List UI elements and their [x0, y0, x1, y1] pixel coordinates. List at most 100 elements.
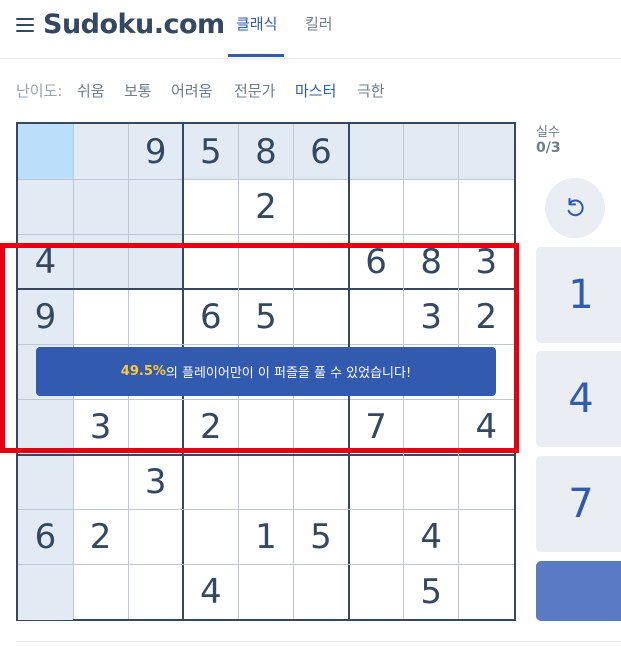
grid-line-horizontal [18, 233, 514, 235]
number-pad-4[interactable]: 4 [536, 351, 621, 447]
cell-r9c5[interactable] [238, 565, 293, 620]
cell-r2c2[interactable] [73, 179, 129, 235]
cell-r3c9[interactable]: 3 [459, 234, 514, 289]
cell-r2c6[interactable] [294, 179, 349, 234]
cell-r7c4[interactable] [183, 455, 238, 510]
grid-line-horizontal [18, 509, 514, 511]
tab-killer[interactable]: 킬러 [305, 13, 333, 34]
cell-r2c5[interactable]: 2 [238, 179, 293, 234]
cell-r4c1[interactable]: 9 [18, 289, 73, 345]
cell-r4c8[interactable]: 3 [404, 289, 459, 344]
top-header: Sudoku.com 클래식 킬러 [0, 0, 621, 59]
number-pad-extra[interactable] [536, 561, 621, 621]
undo-icon [567, 197, 584, 217]
cell-r3c2[interactable] [73, 234, 129, 290]
cell-r6c9[interactable]: 4 [459, 400, 514, 455]
cell-r6c3[interactable] [128, 400, 183, 455]
difficulty-hard[interactable]: 어려움 [171, 80, 212, 101]
cell-r6c5[interactable] [238, 400, 293, 455]
cell-r9c2[interactable] [73, 565, 128, 620]
cell-r9c3[interactable] [128, 565, 183, 620]
cell-r8c1[interactable]: 6 [18, 509, 73, 565]
cell-r2c3[interactable] [128, 179, 184, 235]
banner-message: 의 플레이어만이 이 퍼즐을 풀 수 있었습니다! [165, 366, 412, 381]
cell-r8c9[interactable] [459, 510, 514, 565]
grid-line-horizontal [18, 453, 514, 456]
cell-r9c9[interactable] [459, 565, 514, 620]
cell-r4c7[interactable] [349, 289, 404, 344]
number-pad-7[interactable]: 7 [536, 456, 621, 552]
puzzle-stat-banner: 49.5% 의 플레이어만이 이 퍼즐을 풀 수 있었습니다! [36, 347, 496, 396]
cell-r1c7[interactable] [348, 124, 404, 179]
cell-r7c1[interactable] [18, 454, 73, 510]
cell-r9c4[interactable]: 4 [183, 565, 238, 620]
cell-r9c7[interactable] [349, 565, 404, 620]
cell-r1c9[interactable] [458, 124, 514, 179]
cell-r6c1[interactable] [18, 399, 73, 455]
cell-r8c2[interactable]: 2 [73, 510, 128, 565]
cell-r3c6[interactable] [294, 234, 349, 289]
difficulty-master[interactable]: 마스터 [295, 80, 336, 101]
cell-r9c8[interactable]: 5 [404, 565, 459, 620]
cell-r1c6[interactable]: 6 [293, 124, 349, 179]
cell-r4c4[interactable]: 6 [183, 289, 238, 344]
cell-r6c2[interactable]: 3 [73, 400, 128, 455]
site-logo[interactable]: Sudoku.com [43, 9, 225, 40]
cell-r8c3[interactable] [128, 510, 183, 565]
cell-r4c2[interactable] [73, 289, 128, 344]
cell-r1c1[interactable] [18, 124, 73, 179]
cell-r1c8[interactable] [403, 124, 459, 179]
cell-r8c8[interactable]: 4 [404, 510, 459, 565]
cell-r7c8[interactable] [404, 455, 459, 510]
cell-r2c1[interactable] [18, 179, 73, 235]
cell-r2c4[interactable] [183, 179, 238, 234]
grid-line-horizontal [18, 564, 514, 566]
cell-r6c8[interactable] [404, 400, 459, 455]
cell-r2c7[interactable] [349, 179, 404, 234]
cell-r4c5[interactable]: 5 [238, 289, 293, 344]
cell-r2c9[interactable] [459, 179, 514, 234]
cell-r3c1[interactable]: 4 [18, 234, 73, 290]
cell-r8c7[interactable] [349, 510, 404, 565]
cell-r7c2[interactable] [73, 455, 128, 510]
mistakes-label: 실수 [536, 125, 560, 140]
cell-r6c7[interactable]: 7 [349, 400, 404, 455]
cell-r3c4[interactable] [183, 234, 238, 289]
cell-r1c4[interactable]: 5 [183, 124, 239, 179]
cell-r3c8[interactable]: 8 [404, 234, 459, 289]
difficulty-easy[interactable]: 쉬움 [77, 80, 105, 101]
cell-r7c5[interactable] [238, 455, 293, 510]
cell-r7c9[interactable] [459, 455, 514, 510]
difficulty-expert[interactable]: 전문가 [234, 80, 275, 101]
cell-r1c2[interactable] [73, 124, 129, 179]
cell-r9c1[interactable] [18, 564, 73, 620]
grid-line-horizontal [18, 178, 514, 180]
cell-r8c5[interactable]: 1 [238, 510, 293, 565]
cell-r1c5[interactable]: 8 [238, 124, 294, 179]
undo-button[interactable] [545, 178, 605, 238]
cell-r7c6[interactable] [294, 455, 349, 510]
cell-r1c3[interactable]: 9 [128, 124, 184, 179]
cell-r4c3[interactable] [128, 289, 183, 344]
difficulty-medium[interactable]: 보통 [124, 80, 152, 101]
cell-r7c3[interactable]: 3 [128, 455, 183, 510]
tab-classic[interactable]: 클래식 [236, 13, 277, 34]
cell-r8c4[interactable] [183, 510, 238, 565]
cell-r9c6[interactable] [294, 565, 349, 620]
difficulty-extreme[interactable]: 극한 [357, 80, 385, 101]
cell-r6c6[interactable] [294, 400, 349, 455]
cell-r8c6[interactable]: 5 [294, 510, 349, 565]
hamburger-menu-icon[interactable] [16, 18, 34, 32]
cell-r3c5[interactable] [238, 234, 293, 289]
cell-r2c8[interactable] [404, 179, 459, 234]
cell-r4c6[interactable] [294, 289, 349, 344]
cell-r3c7[interactable]: 6 [349, 234, 404, 289]
cell-r4c9[interactable]: 2 [459, 289, 514, 344]
cell-r6c4[interactable]: 2 [183, 400, 238, 455]
mistakes-counter: 0/3 [536, 140, 561, 156]
bottom-divider [16, 641, 621, 642]
grid-line-horizontal [18, 288, 514, 291]
cell-r7c7[interactable] [349, 455, 404, 510]
number-pad-1[interactable]: 1 [536, 247, 621, 343]
cell-r3c3[interactable] [128, 234, 184, 290]
